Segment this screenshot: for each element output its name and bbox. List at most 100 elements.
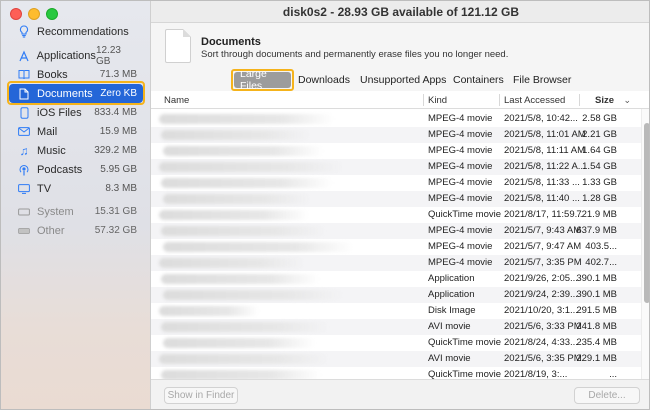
show-in-finder-button[interactable]: Show in Finder bbox=[164, 387, 238, 404]
tab-file-browser[interactable]: File Browser bbox=[513, 72, 571, 88]
cell-kind: MPEG-4 movie bbox=[428, 193, 493, 204]
file-name-redacted bbox=[161, 130, 311, 140]
sidebar-item-system[interactable]: System 15.31 GB bbox=[9, 202, 143, 221]
cell-kind: MPEG-4 movie bbox=[428, 225, 493, 236]
sidebar-item-size: 57.32 GB bbox=[94, 225, 137, 236]
table-row[interactable]: MPEG-4 movie 2021/5/8, 10:42... 2.58 GB bbox=[151, 111, 641, 127]
sidebar-item-size: 71.3 MB bbox=[99, 69, 137, 80]
cell-size: 2.58 GB bbox=[582, 113, 617, 124]
sidebar-item-books[interactable]: Books 71.3 MB bbox=[9, 65, 143, 84]
table-row[interactable]: MPEG-4 movie 2021/5/7, 9:47 AM 403.5... bbox=[151, 239, 641, 255]
file-name-redacted bbox=[161, 178, 333, 188]
sidebar-item-tv[interactable]: TV 8.3 MB bbox=[9, 179, 143, 198]
scrollbar-thumb[interactable] bbox=[644, 123, 649, 303]
tv-icon bbox=[17, 182, 31, 196]
table-row[interactable]: MPEG-4 movie 2021/5/8, 11:11 AM 1.64 GB bbox=[151, 143, 641, 159]
cell-kind: AVI movie bbox=[428, 353, 471, 364]
table-row[interactable]: MPEG-4 movie 2021/5/7, 9:43 AM 637.9 MB bbox=[151, 223, 641, 239]
chevron-down-icon[interactable]: ⌄ bbox=[623, 95, 631, 106]
column-kind[interactable]: Kind bbox=[428, 95, 447, 106]
cell-date: 2021/8/17, 11:59... bbox=[504, 209, 583, 220]
table-row[interactable]: QuickTime movie 2021/8/24, 4:33... 235.4 M… bbox=[151, 335, 641, 351]
section-description: Sort through documents and permanently e… bbox=[201, 49, 509, 60]
cell-date: 2021/5/8, 11:33 ... bbox=[504, 177, 580, 188]
sidebar-item-mail[interactable]: Mail 15.9 MB bbox=[9, 122, 143, 141]
sidebar-item-other[interactable]: Other 57.32 GB bbox=[9, 221, 143, 240]
table-row[interactable]: AVI movie 2021/5/6, 3:33 PM 241.8 MB bbox=[151, 319, 641, 335]
column-size[interactable]: Size bbox=[595, 95, 614, 106]
tab-unsupported-apps[interactable]: Unsupported Apps bbox=[360, 72, 446, 88]
table-row[interactable]: MPEG-4 movie 2021/5/8, 11:01 AM 2.21 GB bbox=[151, 127, 641, 143]
column-separator[interactable] bbox=[423, 94, 424, 106]
table-row[interactable]: AVI movie 2021/5/6, 3:35 PM 229.1 MB bbox=[151, 351, 641, 367]
window-controls bbox=[10, 8, 58, 20]
sidebar-item-label: System bbox=[37, 205, 74, 218]
sidebar-item-label: Books bbox=[37, 68, 68, 81]
sidebar-item-size: Zero KB bbox=[100, 88, 137, 99]
close-window-button[interactable] bbox=[10, 8, 22, 20]
zoom-window-button[interactable] bbox=[46, 8, 58, 20]
book-icon bbox=[17, 68, 31, 82]
music-note-icon: ♫ bbox=[19, 143, 29, 158]
table-row[interactable]: MPEG-4 movie 2021/5/8, 11:33 ... 1.33 GB bbox=[151, 175, 641, 191]
tab-downloads[interactable]: Downloads bbox=[298, 72, 350, 88]
column-name[interactable]: Name bbox=[164, 95, 189, 106]
sidebar-item-label: Documents bbox=[37, 87, 93, 100]
sidebar-item-documents[interactable]: Documents Zero KB bbox=[9, 84, 143, 103]
cell-kind: MPEG-4 movie bbox=[428, 145, 493, 156]
sidebar-item-recommendations[interactable]: Recommendations bbox=[9, 22, 143, 41]
cell-kind: Disk Image bbox=[428, 305, 476, 316]
window-title: disk0s2 - 28.93 GB available of 121.12 G… bbox=[151, 1, 649, 23]
tab-bar: Large Files Downloads Unsupported Apps C… bbox=[151, 68, 649, 92]
section-header: Documents Sort through documents and per… bbox=[151, 23, 649, 69]
cell-size: 390.1 MB bbox=[576, 289, 617, 300]
table-row[interactable]: MPEG-4 movie 2021/5/7, 3:35 PM 402.7... bbox=[151, 255, 641, 271]
cell-kind: AVI movie bbox=[428, 321, 471, 332]
disk-icon bbox=[17, 224, 31, 238]
sidebar: Recommendations Applications 12.23 GB Bo… bbox=[1, 1, 151, 409]
sidebar-item-ios-files[interactable]: iOS Files 833.4 MB bbox=[9, 103, 143, 122]
cell-date: 2021/5/8, 11:11 AM bbox=[504, 145, 585, 156]
file-name-redacted bbox=[161, 226, 326, 236]
tab-containers[interactable]: Containers bbox=[453, 72, 504, 88]
envelope-icon bbox=[17, 125, 31, 139]
table-header: Name Kind Last Accessed Size ⌄ bbox=[151, 91, 649, 109]
file-name-redacted bbox=[163, 194, 311, 204]
table-row[interactable]: Application 2021/9/24, 2:39... 390.1 MB bbox=[151, 287, 641, 303]
cell-kind: Application bbox=[428, 289, 475, 300]
cell-size: ... bbox=[609, 369, 617, 379]
column-last-accessed[interactable]: Last Accessed bbox=[504, 95, 565, 106]
table-row[interactable]: MPEG-4 movie 2021/5/8, 11:22 A... 1.54 GB bbox=[151, 159, 641, 175]
cell-kind: Application bbox=[428, 273, 475, 284]
cell-date: 2021/5/8, 11:01 AM bbox=[504, 129, 586, 140]
scrollbar[interactable] bbox=[641, 109, 649, 379]
cell-kind: MPEG-4 movie bbox=[428, 241, 493, 252]
cell-kind: QuickTime movie bbox=[428, 209, 502, 220]
table-row[interactable]: QuickTime movie 2021/8/17, 11:59... 721.9 … bbox=[151, 207, 641, 223]
table-row[interactable]: MPEG-4 movie 2021/5/8, 11:40 ... 1.28 GB bbox=[151, 191, 641, 207]
table-row[interactable]: Disk Image 2021/10/20, 3:1... 291.5 MB bbox=[151, 303, 641, 319]
sidebar-item-label: Other bbox=[37, 224, 65, 237]
tab-large-files[interactable]: Large Files bbox=[234, 68, 291, 92]
sidebar-item-label: Mail bbox=[37, 125, 58, 138]
cell-size: 1.33 GB bbox=[582, 177, 617, 188]
cell-size: 637.9 MB bbox=[576, 225, 617, 236]
cell-size: 390.1 MB bbox=[576, 273, 617, 284]
sidebar-item-music[interactable]: ♫ Music 329.2 MB bbox=[9, 141, 143, 160]
sidebar-item-size: 15.9 MB bbox=[99, 126, 137, 137]
file-name-redacted bbox=[163, 242, 353, 252]
sidebar-item-label: TV bbox=[37, 182, 52, 195]
column-separator[interactable] bbox=[499, 94, 500, 106]
sidebar-item-podcasts[interactable]: Podcasts 5.95 GB bbox=[9, 160, 143, 179]
file-name-redacted bbox=[159, 210, 309, 220]
sidebar-item-size: 15.31 GB bbox=[94, 206, 137, 217]
cell-kind: MPEG-4 movie bbox=[428, 113, 493, 124]
table-row[interactable]: Application 2021/9/26, 2:05... 390.1 MB bbox=[151, 271, 641, 287]
cell-date: 2021/5/8, 11:22 A... bbox=[504, 161, 586, 172]
column-separator[interactable] bbox=[579, 94, 580, 106]
sidebar-item-applications[interactable]: Applications 12.23 GB bbox=[9, 45, 143, 67]
table-row[interactable]: QuickTime movie 2021/8/19, 3:...... bbox=[151, 367, 641, 379]
sidebar-item-size: 833.4 MB bbox=[94, 107, 137, 118]
minimize-window-button[interactable] bbox=[28, 8, 40, 20]
delete-button[interactable]: Delete... bbox=[574, 387, 640, 404]
